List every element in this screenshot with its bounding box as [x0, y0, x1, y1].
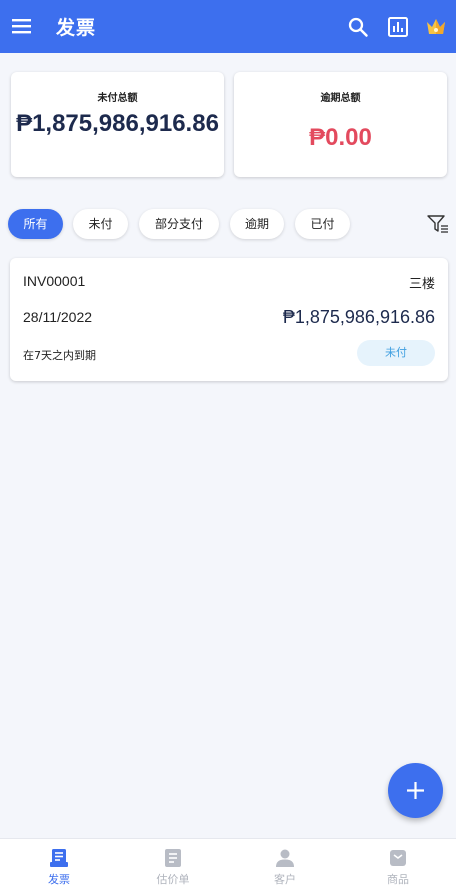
box-icon: [390, 850, 406, 866]
user-icon: [276, 849, 294, 867]
nav-label-estimate: 估价单: [156, 873, 190, 886]
filter-chip-partial[interactable]: 部分支付: [139, 209, 219, 239]
overdue-total-value: ₱0.00: [309, 124, 372, 151]
filter-chip-all[interactable]: 所有: [8, 209, 63, 239]
invoice-amount: ₱1,875,986,916.86: [282, 307, 435, 327]
add-invoice-button[interactable]: [388, 763, 443, 818]
filter-icon[interactable]: [427, 214, 449, 234]
overdue-total-card: 逾期总额 ₱0.00: [234, 72, 447, 177]
invoice-number: INV00001: [23, 273, 86, 289]
overdue-total-label: 逾期总额: [320, 93, 361, 104]
filter-chip-unpaid[interactable]: 未付: [73, 209, 128, 239]
menu-icon[interactable]: [11, 16, 33, 36]
invoice-client: 三楼: [408, 277, 435, 292]
invoice-item[interactable]: INV00001 三楼 28/11/2022 ₱1,875,986,916.86…: [10, 258, 448, 381]
nav-item-goods[interactable]: 商品: [341, 839, 455, 888]
report-icon[interactable]: [387, 16, 409, 38]
search-icon[interactable]: [347, 16, 369, 38]
filter-chip-paid[interactable]: 已付: [295, 209, 350, 239]
plus-icon: [407, 782, 424, 799]
invoice-icon: [50, 849, 68, 867]
nav-item-invoice[interactable]: 发票: [2, 839, 116, 888]
unpaid-total-label: 未付总额: [97, 93, 138, 104]
nav-label-goods: 商品: [387, 873, 409, 886]
crown-icon[interactable]: [425, 16, 447, 38]
unpaid-total-value: ₱1,875,986,916.86: [16, 110, 219, 137]
filter-chip-overdue[interactable]: 逾期: [230, 209, 284, 239]
bottom-nav: 发票 估价单 客户 商品: [0, 838, 456, 888]
nav-item-estimate[interactable]: 估价单: [116, 839, 230, 888]
page-title: 发票: [56, 17, 97, 39]
nav-label-client: 客户: [274, 873, 296, 886]
nav-label-invoice: 发票: [48, 873, 70, 886]
invoice-due-text: 在7天之内到期: [23, 349, 96, 362]
unpaid-total-card: 未付总额 ₱1,875,986,916.86: [11, 72, 224, 177]
app-bar: 发票: [0, 0, 456, 53]
status-badge: 未付: [357, 340, 435, 366]
invoice-date: 28/11/2022: [23, 309, 93, 325]
nav-item-client[interactable]: 客户: [228, 839, 342, 888]
estimate-icon: [165, 849, 181, 867]
